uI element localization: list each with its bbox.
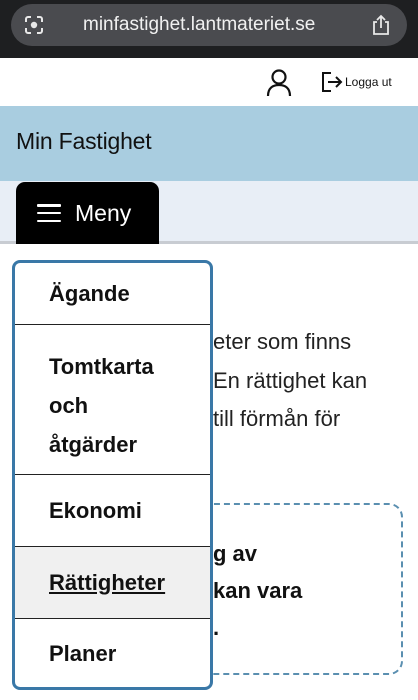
site-title[interactable]: Min Fastighet <box>16 128 152 155</box>
info-line: g av <box>213 541 258 566</box>
site-header: Min Fastighet <box>0 106 418 181</box>
body-line: till förmån för <box>213 406 341 431</box>
info-line: kan vara <box>213 578 303 603</box>
info-line: . <box>213 615 220 640</box>
page-body-text: eter som finns En rättighet kan till för… <box>213 323 367 439</box>
menu-label: Meny <box>75 199 132 226</box>
logout-label: Logga ut <box>345 75 392 89</box>
share-icon[interactable] <box>371 14 391 36</box>
body-line: eter som finns <box>213 329 352 354</box>
logout-icon <box>322 72 343 92</box>
info-box-text: g av kan vara . <box>213 535 302 646</box>
logout-button[interactable]: Logga ut <box>320 70 392 94</box>
hamburger-icon <box>37 204 61 222</box>
menu-item-ekonomi[interactable]: Ekonomi <box>15 475 210 547</box>
body-line: En rättighet kan <box>213 367 368 393</box>
lens-icon[interactable] <box>24 15 44 35</box>
menu-item-rattigheter[interactable]: Rättigheter <box>15 547 210 619</box>
nav-dropdown-menu: Ägande Tomtkarta och åtgärder Ekonomi Rä… <box>12 260 213 690</box>
nav-bar: Meny <box>0 181 418 244</box>
url-text[interactable]: minfastighet.lantmateriet.se <box>83 4 315 46</box>
user-icon[interactable] <box>266 69 292 97</box>
menu-button[interactable]: Meny <box>16 182 159 244</box>
menu-item-tomtkarta[interactable]: Tomtkarta och åtgärder <box>15 325 210 475</box>
account-bar: Logga ut <box>0 58 418 106</box>
browser-toolbar: minfastighet.lantmateriet.se <box>0 0 418 58</box>
address-bar[interactable]: minfastighet.lantmateriet.se <box>11 4 407 46</box>
menu-item-agande[interactable]: Ägande <box>15 263 210 325</box>
menu-item-planer[interactable]: Planer <box>15 619 210 687</box>
